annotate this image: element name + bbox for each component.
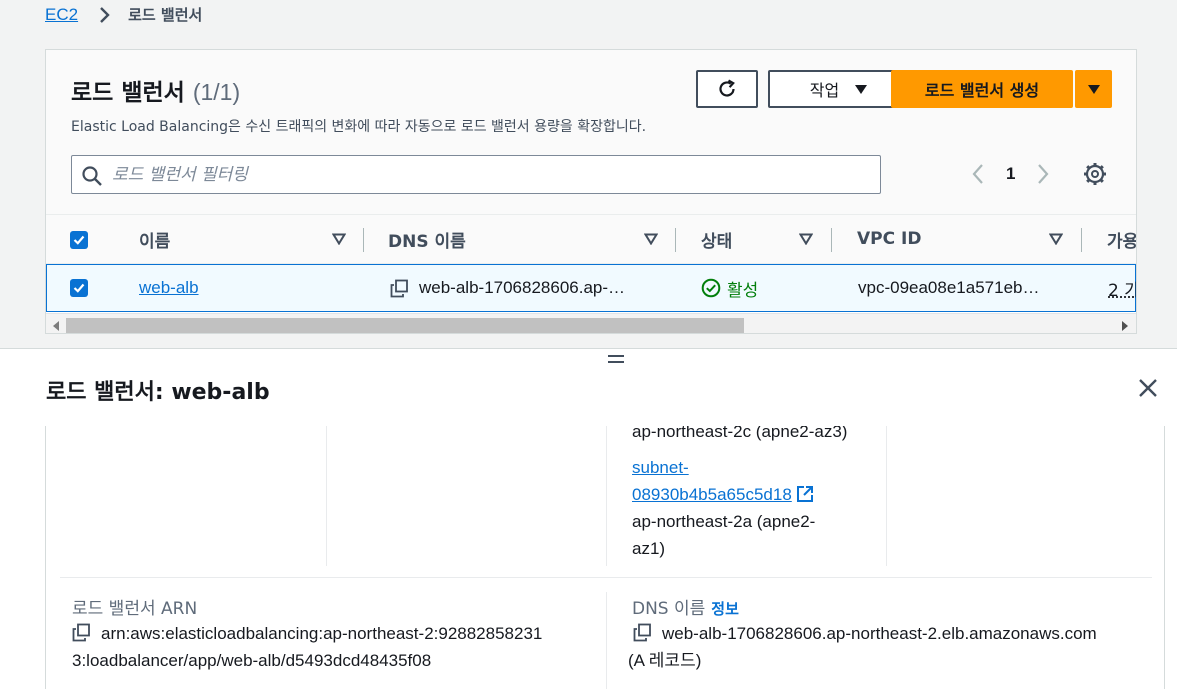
- scrollbar-thumb[interactable]: [66, 318, 744, 333]
- current-page[interactable]: 1: [1006, 164, 1015, 184]
- gear-icon[interactable]: [1082, 161, 1108, 187]
- column-divider[interactable]: [1081, 228, 1082, 252]
- column-divider[interactable]: [675, 228, 676, 252]
- availability-zone-text: az1): [632, 539, 666, 558]
- pagination: 1: [966, 160, 1055, 188]
- close-icon[interactable]: [1138, 378, 1158, 398]
- column-header-availability-zones[interactable]: 가용: [1107, 215, 1136, 263]
- breadcrumb: EC2 로드 밸런서: [45, 4, 202, 25]
- actions-label: 작업: [809, 81, 840, 100]
- status-text: 활성: [727, 280, 759, 301]
- dns-record-type: (A 레코드): [628, 651, 702, 670]
- vpc-id-cell: vpc-09ea08e1a571eb…: [858, 278, 1040, 297]
- column-header-status[interactable]: 상태: [701, 215, 732, 263]
- breadcrumb-current: 로드 밸런서: [128, 6, 203, 24]
- check-icon: [73, 235, 85, 245]
- dns-name-label: DNS 이름 정보: [632, 594, 739, 619]
- arn-text-line2: 3:loadbalancer/app/web-alb/d5493dcd48435…: [72, 651, 432, 670]
- column-header-dns-name[interactable]: DNS 이름: [388, 215, 466, 263]
- search-icon: [82, 166, 102, 186]
- section-divider: [60, 577, 1152, 578]
- refresh-button[interactable]: [696, 70, 758, 108]
- create-options-dropdown-button[interactable]: [1075, 70, 1112, 108]
- filter-box: [71, 155, 881, 194]
- actions-dropdown-button[interactable]: 작업: [768, 70, 909, 108]
- panel-header: 로드 밸런서 (1/1) Elastic Load Balancing은 수신 …: [46, 50, 1136, 214]
- create-label: 로드 밸런서 생성: [924, 81, 1040, 100]
- arn-label: 로드 밸런서 ARN: [72, 599, 198, 619]
- subnet-link[interactable]: subnet-: [632, 458, 689, 477]
- column-divider: [886, 426, 887, 566]
- status-success-icon: [701, 278, 721, 298]
- create-load-balancer-button[interactable]: 로드 밸런서 생성: [891, 70, 1073, 108]
- select-all-checkbox[interactable]: [70, 231, 88, 249]
- arn-text-line1: arn:aws:elasticloadbalancing:ap-northeas…: [101, 624, 543, 643]
- copy-icon[interactable]: [72, 623, 91, 642]
- column-divider: [326, 426, 327, 566]
- subnet-link-id[interactable]: 08930b4b5a65c5d18: [632, 485, 792, 504]
- detail-panel-title: 로드 밸런서: web-alb: [46, 380, 270, 405]
- detail-content: ap-northeast-2c (apne2-az3) subnet- 0893…: [45, 426, 1165, 689]
- availability-zone-text: ap-northeast-2c (apne2-az3): [632, 426, 848, 441]
- availability-zones-cell[interactable]: 2 가: [1108, 276, 1136, 301]
- load-balancer-name-link[interactable]: web-alb: [139, 278, 199, 298]
- copy-icon[interactable]: [390, 279, 409, 298]
- sort-down-icon[interactable]: [799, 233, 813, 245]
- split-panel-divider: [0, 348, 1177, 349]
- external-link-icon[interactable]: [796, 485, 814, 503]
- dns-name-value: web-alb-1706828606.ap-northeast-2.elb.am…: [628, 620, 1148, 674]
- table-header: 이름 DNS 이름 상태 VPC ID 가용: [46, 214, 1136, 264]
- page-title-text: 로드 밸런서: [71, 80, 185, 106]
- column-header-vpc-id[interactable]: VPC ID: [857, 215, 921, 263]
- panel-description: Elastic Load Balancing은 수신 트래픽의 변화에 따라 자…: [71, 119, 647, 135]
- copy-icon[interactable]: [633, 623, 652, 642]
- filter-input[interactable]: [112, 156, 872, 193]
- scroll-left-arrow-icon[interactable]: [53, 321, 59, 331]
- column-header-name[interactable]: 이름: [139, 215, 170, 263]
- availability-zone-text: ap-northeast-2a (apne2-: [632, 512, 816, 531]
- column-divider: [606, 592, 607, 689]
- load-balancers-panel: 로드 밸런서 (1/1) Elastic Load Balancing은 수신 …: [45, 49, 1137, 334]
- page-title: 로드 밸런서 (1/1): [71, 73, 240, 107]
- column-divider: [606, 426, 607, 566]
- info-link[interactable]: 정보: [711, 600, 739, 618]
- breadcrumb-ec2-link[interactable]: EC2: [45, 5, 78, 25]
- row-checkbox[interactable]: [70, 279, 88, 297]
- chevron-right-icon: [1038, 164, 1049, 184]
- chevron-left-icon: [972, 164, 983, 184]
- chevron-right-icon: [100, 6, 110, 23]
- column-divider[interactable]: [363, 228, 364, 252]
- table-row[interactable]: web-alb web-alb-1706828606.ap-… 활성 vpc-0…: [46, 264, 1136, 312]
- dns-name-label-text: DNS 이름: [632, 599, 706, 619]
- dns-name-cell: web-alb-1706828606.ap-…: [419, 278, 626, 297]
- column-divider[interactable]: [831, 228, 832, 252]
- previous-page-button[interactable]: [966, 160, 990, 188]
- sort-down-icon[interactable]: [644, 233, 658, 245]
- dns-name-text: web-alb-1706828606.ap-northeast-2.elb.am…: [662, 624, 1097, 643]
- resize-handle-icon[interactable]: [608, 355, 624, 365]
- next-page-button[interactable]: [1031, 160, 1055, 188]
- sort-down-icon[interactable]: [332, 233, 346, 245]
- refresh-icon: [719, 79, 735, 97]
- scroll-right-arrow-icon[interactable]: [1122, 321, 1128, 331]
- arn-value: arn:aws:elasticloadbalancing:ap-northeas…: [72, 620, 592, 674]
- caret-down-icon: [1087, 84, 1100, 94]
- caret-down-icon: [855, 84, 868, 94]
- check-icon: [73, 283, 85, 293]
- horizontal-scrollbar[interactable]: [46, 313, 1136, 333]
- sort-down-icon[interactable]: [1049, 233, 1063, 245]
- top-area: EC2 로드 밸런서 로드 밸런서 (1/1) Elastic Load Bal…: [0, 0, 1177, 348]
- item-count: (1/1): [192, 79, 241, 105]
